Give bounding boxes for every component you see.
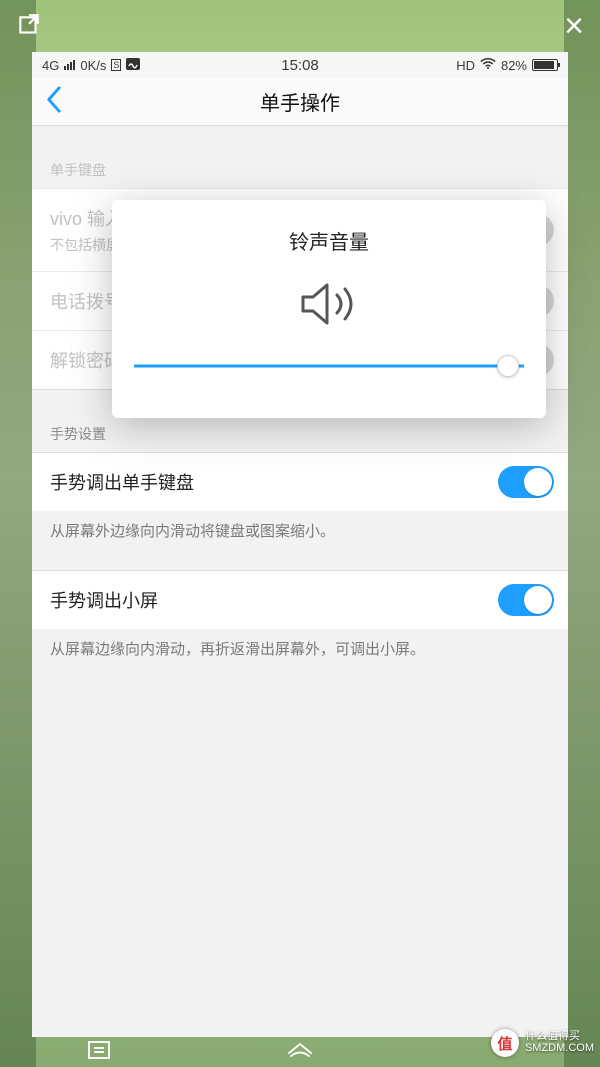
signal-icon [64,60,75,70]
app-indicator-icon [126,58,140,73]
close-icon[interactable]: × [564,9,584,43]
image-viewer-topbar: × [0,0,600,52]
status-bar: 4G 0K/s S 15:08 HD 82% [32,52,568,78]
row-label: 手势调出单手键盘 [50,469,550,495]
clock: 15:08 [281,57,319,74]
row-label: 手势调出小屏 [50,587,550,613]
slider-track [134,365,524,368]
page-title: 单手操作 [260,87,340,116]
home-icon[interactable] [286,1040,314,1065]
volume-modal: 铃声音量 [112,200,546,418]
watermark: 值 什么值得买 SMZDM.COM [491,1029,594,1057]
expand-icon[interactable] [16,13,42,39]
row-description: 从屏幕外边缘向内滑动将键盘或图案缩小。 [32,511,568,570]
row-gesture-keyboard[interactable]: 手势调出单手键盘 [32,452,568,511]
row-gesture-miniscreen[interactable]: 手势调出小屏 [32,570,568,629]
network-type: 4G [42,58,59,73]
toggle-gesture-miniscreen[interactable] [498,584,554,616]
battery-icon [532,59,558,71]
modal-title: 铃声音量 [134,226,524,255]
sim-indicator-icon: S [111,59,121,71]
wifi-icon [480,58,496,73]
slider-thumb[interactable] [497,355,519,377]
section-header-keyboard: 单手键盘 [32,126,568,188]
watermark-line2: SMZDM.COM [525,1043,594,1055]
back-button[interactable] [46,86,62,117]
toggle-gesture-keyboard[interactable] [498,466,554,498]
hd-indicator: HD [456,58,475,73]
row-description: 从屏幕边缘向内滑动，再折返滑出屏幕外，可调出小屏。 [32,629,568,688]
speaker-icon [134,279,524,334]
net-speed: 0K/s [80,58,106,73]
watermark-badge-icon: 值 [491,1029,519,1057]
battery-percent: 82% [501,58,527,73]
battery-fill [534,61,554,69]
menu-icon[interactable] [87,1040,111,1065]
nav-header: 单手操作 [32,78,568,126]
volume-slider[interactable] [134,354,524,378]
